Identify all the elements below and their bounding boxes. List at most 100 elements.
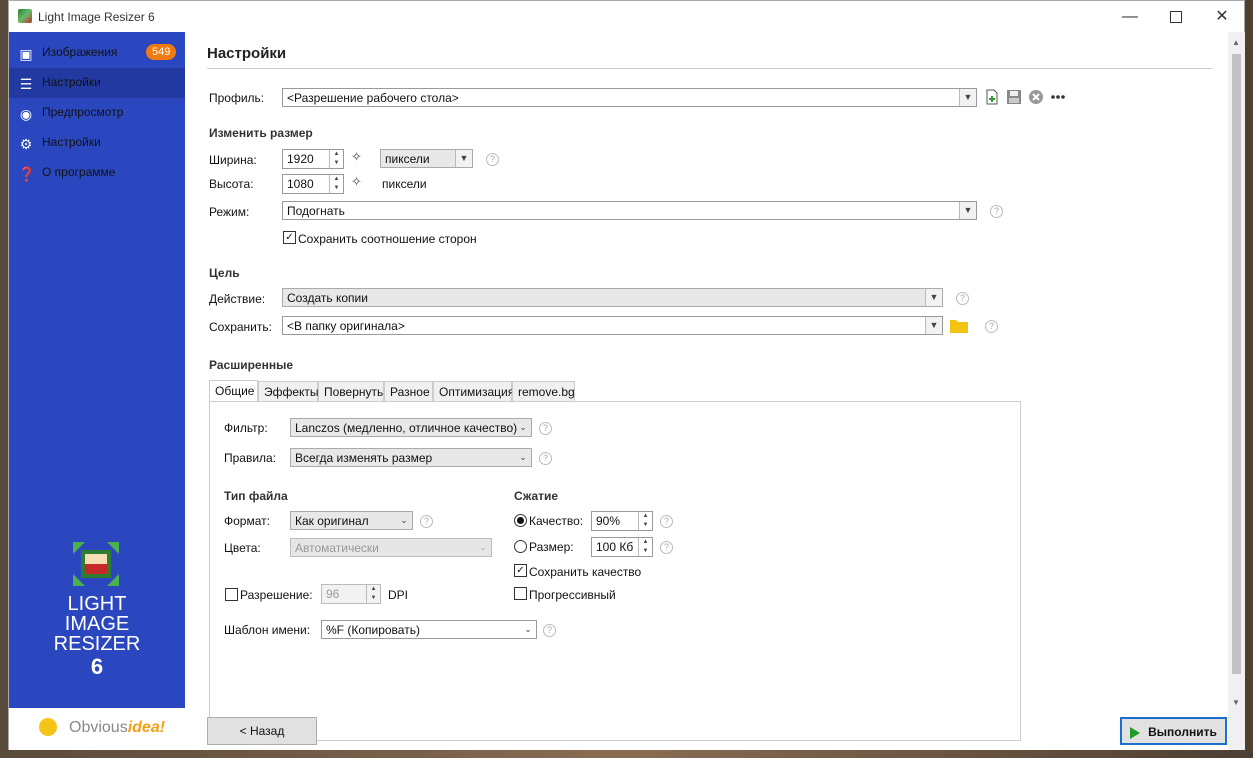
brand-strip[interactable]: Obviousidea! [9, 708, 185, 750]
sidebar-item-preview[interactable]: ◉ Предпросмотр [9, 98, 185, 128]
help-icon[interactable]: ? [420, 515, 433, 528]
sidebar-item-label: Настройки [42, 75, 101, 89]
minimize-button[interactable]: — [1107, 1, 1153, 32]
profile-value: <Разрешение рабочего стола> [287, 91, 459, 105]
tab-misc[interactable]: Разное [384, 381, 433, 401]
chevron-down-icon: ▼ [959, 202, 976, 219]
lightbulb-icon [39, 718, 57, 736]
magic-wand-icon[interactable]: ✧ [351, 174, 362, 190]
chevron-down-icon: ⌄ [479, 542, 487, 552]
keep-ratio-label: Сохранить соотношение сторон [298, 232, 477, 246]
size-label: Размер: [529, 540, 574, 554]
filter-select[interactable]: Lanczos (медленно, отличное качество) ⌄ [290, 418, 532, 437]
spin-arrows-icon[interactable]: ▲ ▼ [638, 538, 652, 556]
scroll-up-icon[interactable]: ▲ [1232, 38, 1240, 47]
logo-mark-icon [73, 542, 119, 586]
action-select[interactable]: Создать копии ▼ [282, 288, 943, 307]
tab-optimization[interactable]: Оптимизация [433, 381, 514, 401]
main-content: Настройки Профиль: <Разрешение рабочего … [185, 32, 1228, 750]
magic-wand-icon[interactable]: ✧ [351, 149, 362, 165]
brand-name: Obviousidea! [69, 719, 165, 737]
unit-select[interactable]: пиксели ▼ [380, 149, 473, 168]
scroll-down-icon[interactable]: ▼ [1232, 698, 1240, 707]
mode-select[interactable]: Подогнать ▼ [282, 201, 977, 220]
help-icon[interactable]: ? [539, 452, 552, 465]
spin-arrows-icon[interactable]: ▲ ▼ [638, 512, 652, 530]
divider [207, 68, 1212, 69]
template-select[interactable]: %F (Копировать) ⌄ [321, 620, 537, 639]
size-radio[interactable] [514, 540, 527, 553]
advanced-section-title: Расширенные [209, 358, 293, 372]
quality-input[interactable]: 90% ▲ ▼ [591, 511, 653, 531]
help-icon[interactable]: ? [660, 541, 673, 554]
progressive-checkbox[interactable] [514, 587, 527, 600]
filetype-section-title: Тип файла [224, 489, 288, 503]
format-select[interactable]: Как оригинал ⌄ [290, 511, 413, 530]
quality-radio[interactable] [514, 514, 527, 527]
sidebar-item-label: Настройки [42, 135, 101, 149]
maximize-button[interactable] [1153, 1, 1199, 32]
sliders-icon: ☰ [19, 76, 33, 92]
chevron-down-icon: ▼ [925, 289, 942, 306]
info-icon: ❓ [18, 166, 36, 182]
back-button[interactable]: < Назад [207, 717, 317, 745]
resolution-checkbox[interactable] [225, 588, 238, 601]
help-icon[interactable]: ? [956, 292, 969, 305]
chevron-down-icon: ▼ [959, 89, 976, 106]
tab-rotate[interactable]: Повернуть [318, 381, 384, 401]
delete-profile-icon[interactable] [1028, 89, 1044, 105]
folder-icon[interactable] [950, 318, 968, 333]
sidebar-item-about[interactable]: ❓ О программе [9, 158, 185, 188]
spin-arrows-icon[interactable]: ▲ ▼ [329, 150, 343, 168]
sidebar-item-app-settings[interactable]: ⚙ Настройки [9, 128, 185, 158]
tab-effects[interactable]: Эффекты [258, 381, 319, 401]
resize-section-title: Изменить размер [209, 126, 313, 140]
sidebar-item-images[interactable]: ▣ Изображения 549 [9, 38, 185, 68]
save-profile-icon[interactable] [1006, 89, 1022, 105]
action-value: Создать копии [287, 291, 368, 305]
sidebar-item-label: О программе [42, 165, 116, 179]
mode-value: Подогнать [287, 204, 345, 218]
vertical-scrollbar[interactable]: ▲ ▼ [1228, 32, 1245, 750]
new-profile-icon[interactable] [984, 89, 1000, 105]
chevron-down-icon: ⌄ [519, 422, 527, 432]
chevron-down-icon: ▼ [455, 150, 472, 167]
more-icon[interactable] [1050, 89, 1066, 105]
help-icon[interactable]: ? [990, 205, 1003, 218]
keep-ratio-checkbox[interactable]: ✓ [283, 231, 296, 244]
sidebar-item-settings[interactable]: ☰ Настройки [9, 68, 185, 98]
save-label: Сохранить: [209, 320, 272, 334]
progressive-label: Прогрессивный [529, 588, 616, 602]
rules-select[interactable]: Всегда изменять размер ⌄ [290, 448, 532, 467]
window-title: Light Image Resizer 6 [38, 10, 155, 24]
profile-select[interactable]: <Разрешение рабочего стола> ▼ [282, 88, 977, 107]
play-icon [1130, 726, 1141, 739]
help-icon[interactable]: ? [660, 515, 673, 528]
width-input[interactable]: 1920 ▲ ▼ [282, 149, 344, 169]
run-button[interactable]: Выполнить [1120, 717, 1227, 745]
spin-arrows-icon[interactable]: ▲ ▼ [329, 175, 343, 193]
tab-general[interactable]: Общие [209, 380, 258, 402]
gear-icon: ⚙ [19, 136, 33, 152]
help-icon[interactable]: ? [486, 153, 499, 166]
format-value: Как оригинал [295, 514, 369, 528]
size-input[interactable]: 100 Кб ▲ ▼ [591, 537, 653, 557]
profile-label: Профиль: [209, 91, 265, 105]
resolution-input[interactable]: 96 ▲ ▼ [321, 584, 381, 604]
close-button[interactable]: ✕ [1199, 1, 1245, 32]
chevron-down-icon: ⌄ [524, 624, 532, 634]
height-input[interactable]: 1080 ▲ ▼ [282, 174, 344, 194]
save-select[interactable]: <В папку оригинала> ▼ [282, 316, 943, 335]
spin-arrows-icon[interactable]: ▲ ▼ [366, 585, 380, 603]
colors-select[interactable]: Автоматически ⌄ [290, 538, 492, 557]
help-icon[interactable]: ? [543, 624, 556, 637]
colors-value: Автоматически [295, 541, 379, 555]
height-value: 1080 [287, 177, 314, 191]
logo-text: LIGHT IMAGE RESIZER [9, 594, 185, 654]
scrollbar-thumb[interactable] [1232, 54, 1241, 674]
help-icon[interactable]: ? [539, 422, 552, 435]
images-count-badge: 549 [146, 44, 177, 60]
tab-removebg[interactable]: remove.bg [512, 381, 575, 401]
help-icon[interactable]: ? [985, 320, 998, 333]
keep-quality-checkbox[interactable]: ✓ [514, 564, 527, 577]
